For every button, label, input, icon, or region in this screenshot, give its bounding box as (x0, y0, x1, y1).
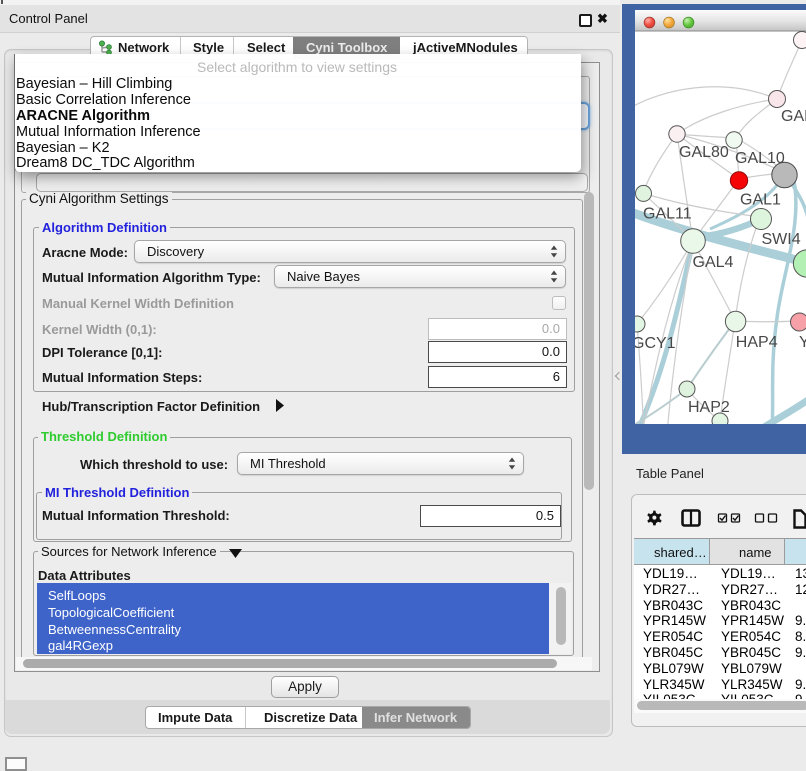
svg-text:GAL11: GAL11 (643, 206, 692, 223)
svg-text:GCY1: GCY1 (632, 335, 676, 352)
svg-text:GAL10: GAL10 (735, 150, 785, 167)
svg-text:Y: Y (799, 334, 806, 351)
svg-text:SWI4: SWI4 (762, 231, 801, 248)
svg-text:GAL1: GAL1 (740, 192, 781, 209)
svg-text:HAP4: HAP4 (736, 334, 778, 351)
svg-text:HAP2: HAP2 (688, 399, 730, 416)
svg-text:GAL7: GAL7 (781, 108, 806, 125)
svg-text:GAL4: GAL4 (693, 254, 734, 271)
svg-text:GAL80: GAL80 (679, 144, 729, 161)
